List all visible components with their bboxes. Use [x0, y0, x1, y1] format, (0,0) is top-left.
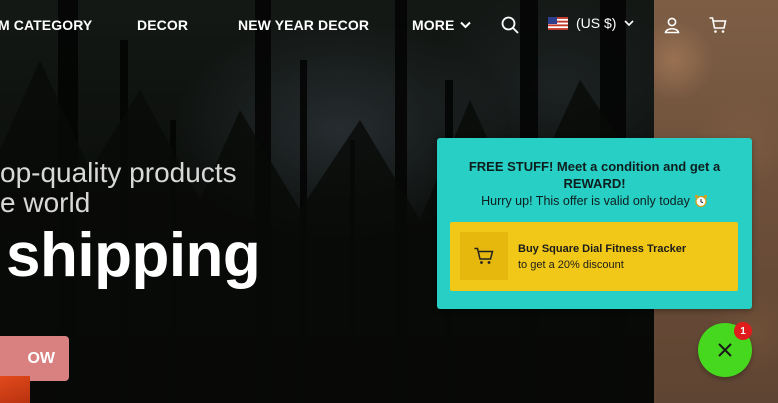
currency-selector[interactable]: (US $) [548, 15, 635, 31]
tent-image [0, 376, 30, 403]
user-icon[interactable] [662, 15, 682, 35]
search-icon[interactable] [500, 15, 520, 35]
hero-cta-button[interactable]: OW [0, 336, 69, 381]
popup-title: FREE STUFF! Meet a condition and get a R… [468, 159, 721, 191]
hero-tagline-line1: op-quality products [0, 157, 237, 188]
nav-item-decor[interactable]: DECOR [137, 17, 188, 33]
offer-icon-box [460, 232, 508, 280]
currency-label: (US $) [576, 15, 617, 31]
nav-item-more[interactable]: MORE [412, 17, 472, 33]
offer-subtitle: to get a 20% discount [518, 259, 624, 271]
nav-more-label: MORE [412, 17, 455, 33]
us-flag-icon [548, 16, 568, 30]
popup-subtitle-row: Hurry up! This offer is valid only today [437, 194, 752, 208]
cart-icon[interactable] [708, 15, 728, 35]
offer-card[interactable]: Buy Square Dial Fitness Tracker to get a… [450, 222, 738, 291]
hero-tagline-line2: e world [0, 187, 91, 218]
reward-popup: FREE STUFF! Meet a condition and get a R… [437, 138, 752, 309]
hero-headline: shipping [6, 221, 261, 290]
alarm-clock-icon [694, 194, 707, 208]
popup-subtitle: Hurry up! This offer is valid only today [481, 194, 690, 208]
notification-badge: 1 [734, 322, 752, 340]
chevron-down-icon [624, 19, 635, 26]
chevron-down-icon [460, 21, 472, 29]
offer-title: Buy Square Dial Fitness Tracker [518, 243, 687, 255]
close-icon [718, 343, 732, 357]
top-navigation: M CATEGORY DECOR NEW YEAR DECOR MORE (US… [0, 0, 778, 50]
nav-item-category[interactable]: M CATEGORY [0, 17, 92, 33]
nav-item-new-year-decor[interactable]: NEW YEAR DECOR [238, 17, 369, 33]
cart-icon [474, 247, 494, 264]
